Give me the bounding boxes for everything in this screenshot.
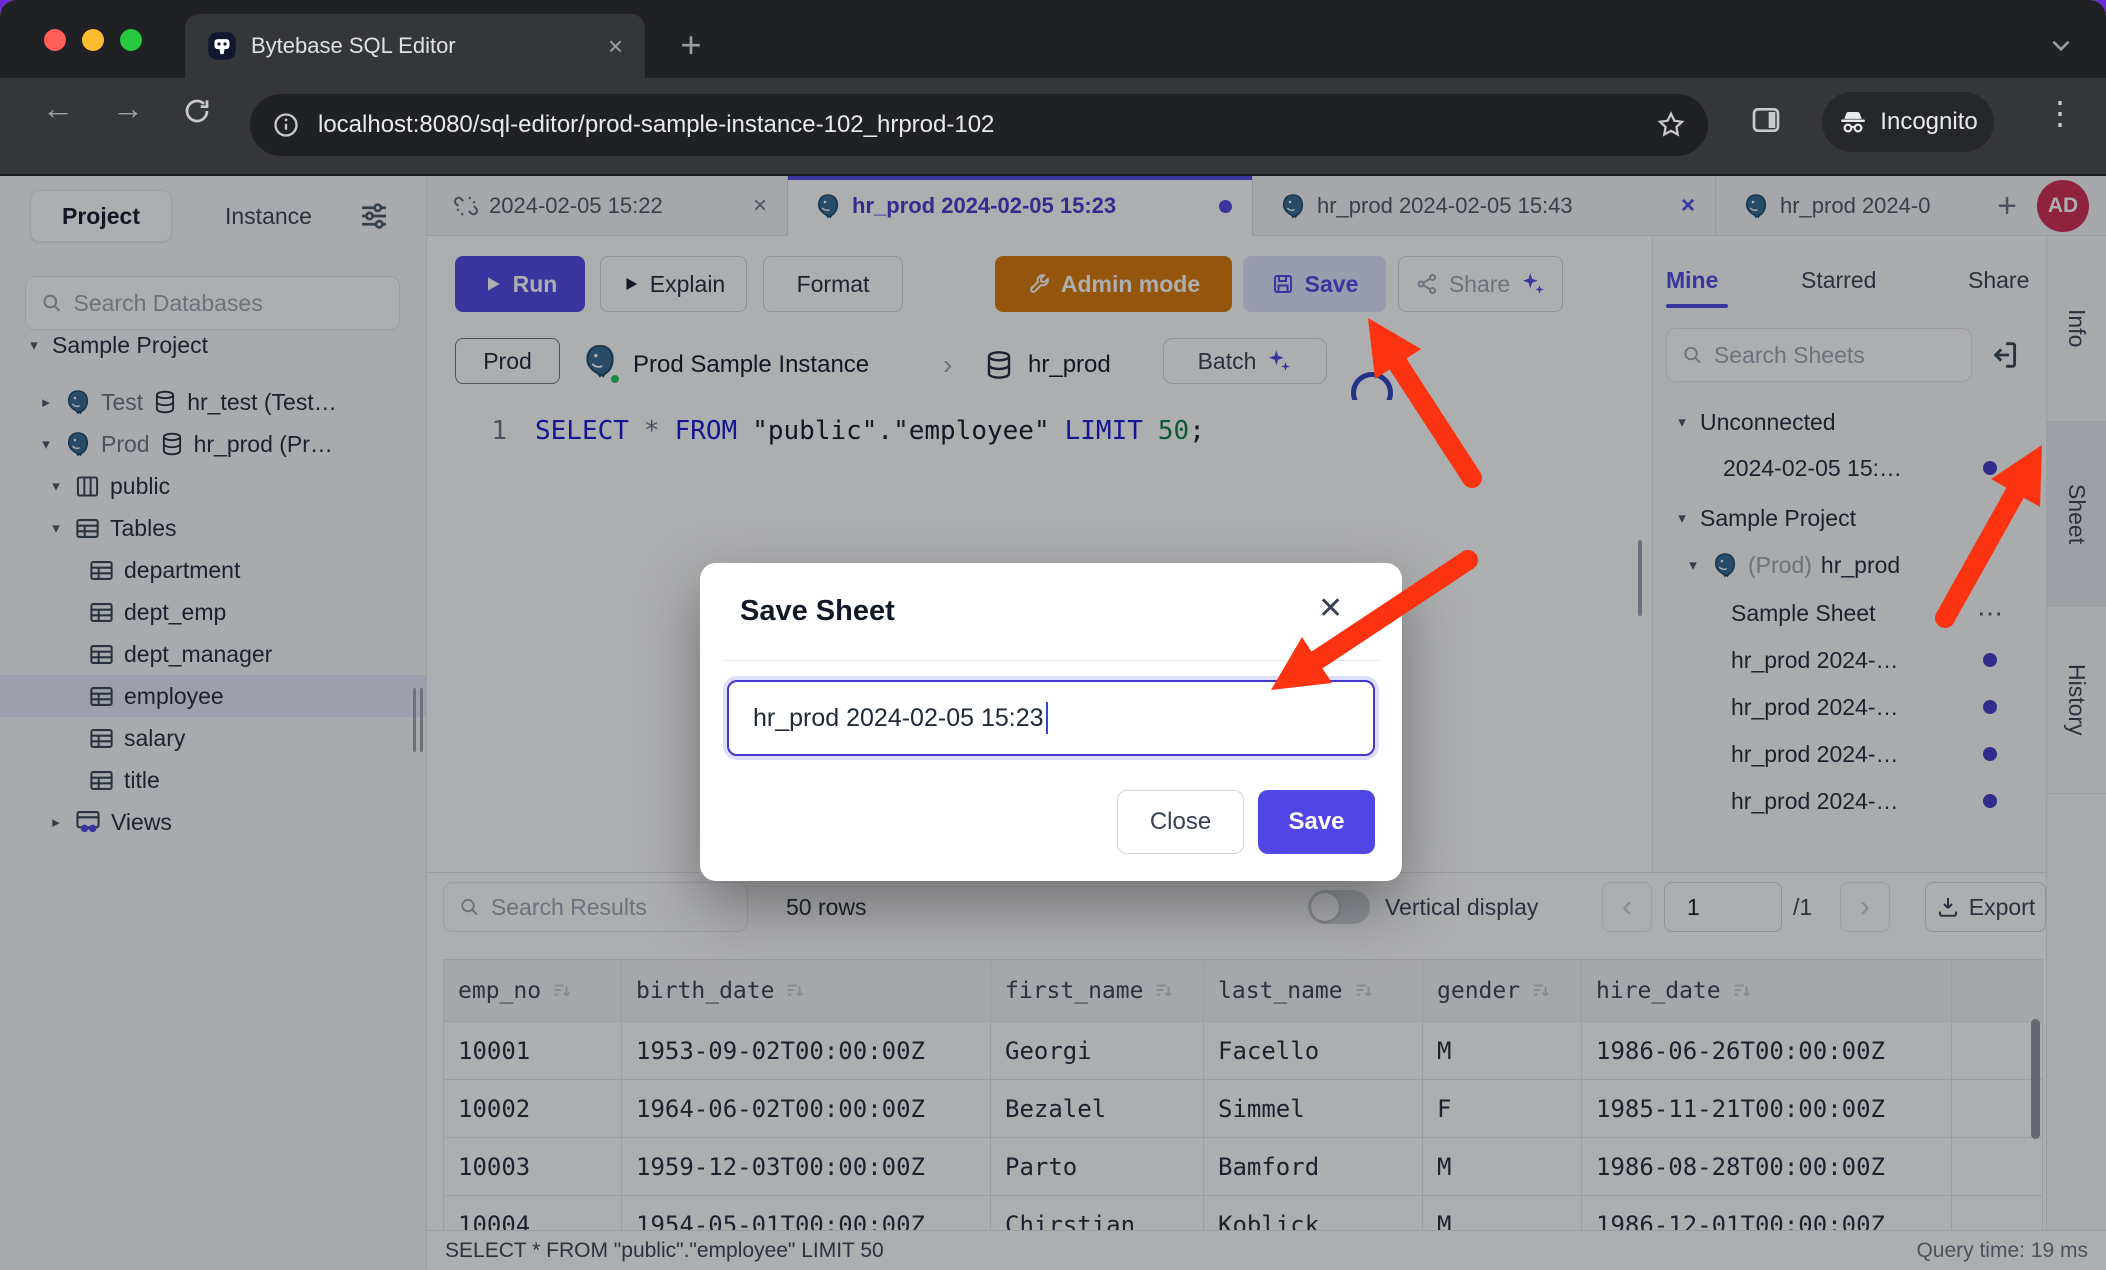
browser-tabstrip: Bytebase SQL Editor × + [0, 0, 2106, 78]
bytebase-favicon [207, 31, 237, 61]
side-panel-icon [1750, 104, 1782, 136]
url-text: localhost:8080/sql-editor/prod-sample-in… [318, 111, 1638, 139]
modal-divider [723, 660, 1379, 661]
reload-button[interactable] [182, 96, 212, 131]
maximize-window-button[interactable] [120, 29, 142, 51]
bookmark-star-icon[interactable] [1656, 110, 1686, 140]
reload-icon [182, 96, 212, 126]
incognito-icon [1838, 107, 1868, 137]
tab-search-button[interactable] [2036, 22, 2086, 68]
info-icon[interactable] [272, 111, 300, 139]
new-tab-button[interactable]: + [668, 22, 714, 68]
sheet-name-input[interactable]: hr_prod 2024-02-05 15:23 [727, 680, 1375, 756]
minimize-window-button[interactable] [82, 29, 104, 51]
browser-window: Bytebase SQL Editor × + ← → localhost:80… [0, 0, 2106, 1270]
browser-tab-title: Bytebase SQL Editor [251, 33, 594, 59]
text-cursor [1046, 702, 1048, 734]
side-panel-button[interactable] [1750, 104, 1782, 141]
save-sheet-modal: Save Sheet ✕ hr_prod 2024-02-05 15:23 Cl… [700, 563, 1402, 881]
sheet-name-value: hr_prod 2024-02-05 15:23 [753, 704, 1044, 733]
incognito-badge: Incognito [1822, 92, 1994, 152]
browser-menu-button[interactable]: ⋮ [2044, 94, 2076, 132]
close-icon[interactable]: ✕ [1318, 591, 1343, 626]
omnibox[interactable]: localhost:8080/sql-editor/prod-sample-in… [250, 94, 1708, 156]
close-tab-icon[interactable]: × [608, 31, 623, 62]
forward-button[interactable]: → [112, 90, 144, 127]
chevron-down-icon [2048, 32, 2074, 58]
modal-title: Save Sheet [740, 595, 895, 628]
close-window-button[interactable] [44, 29, 66, 51]
modal-close-button[interactable]: Close [1117, 790, 1244, 854]
browser-tab[interactable]: Bytebase SQL Editor × [185, 14, 645, 78]
back-button[interactable]: ← [42, 90, 74, 127]
browser-navbar: ← → localhost:8080/sql-editor/prod-sampl… [0, 78, 2106, 176]
modal-save-button[interactable]: Save [1258, 790, 1375, 854]
incognito-label: Incognito [1880, 108, 1977, 136]
